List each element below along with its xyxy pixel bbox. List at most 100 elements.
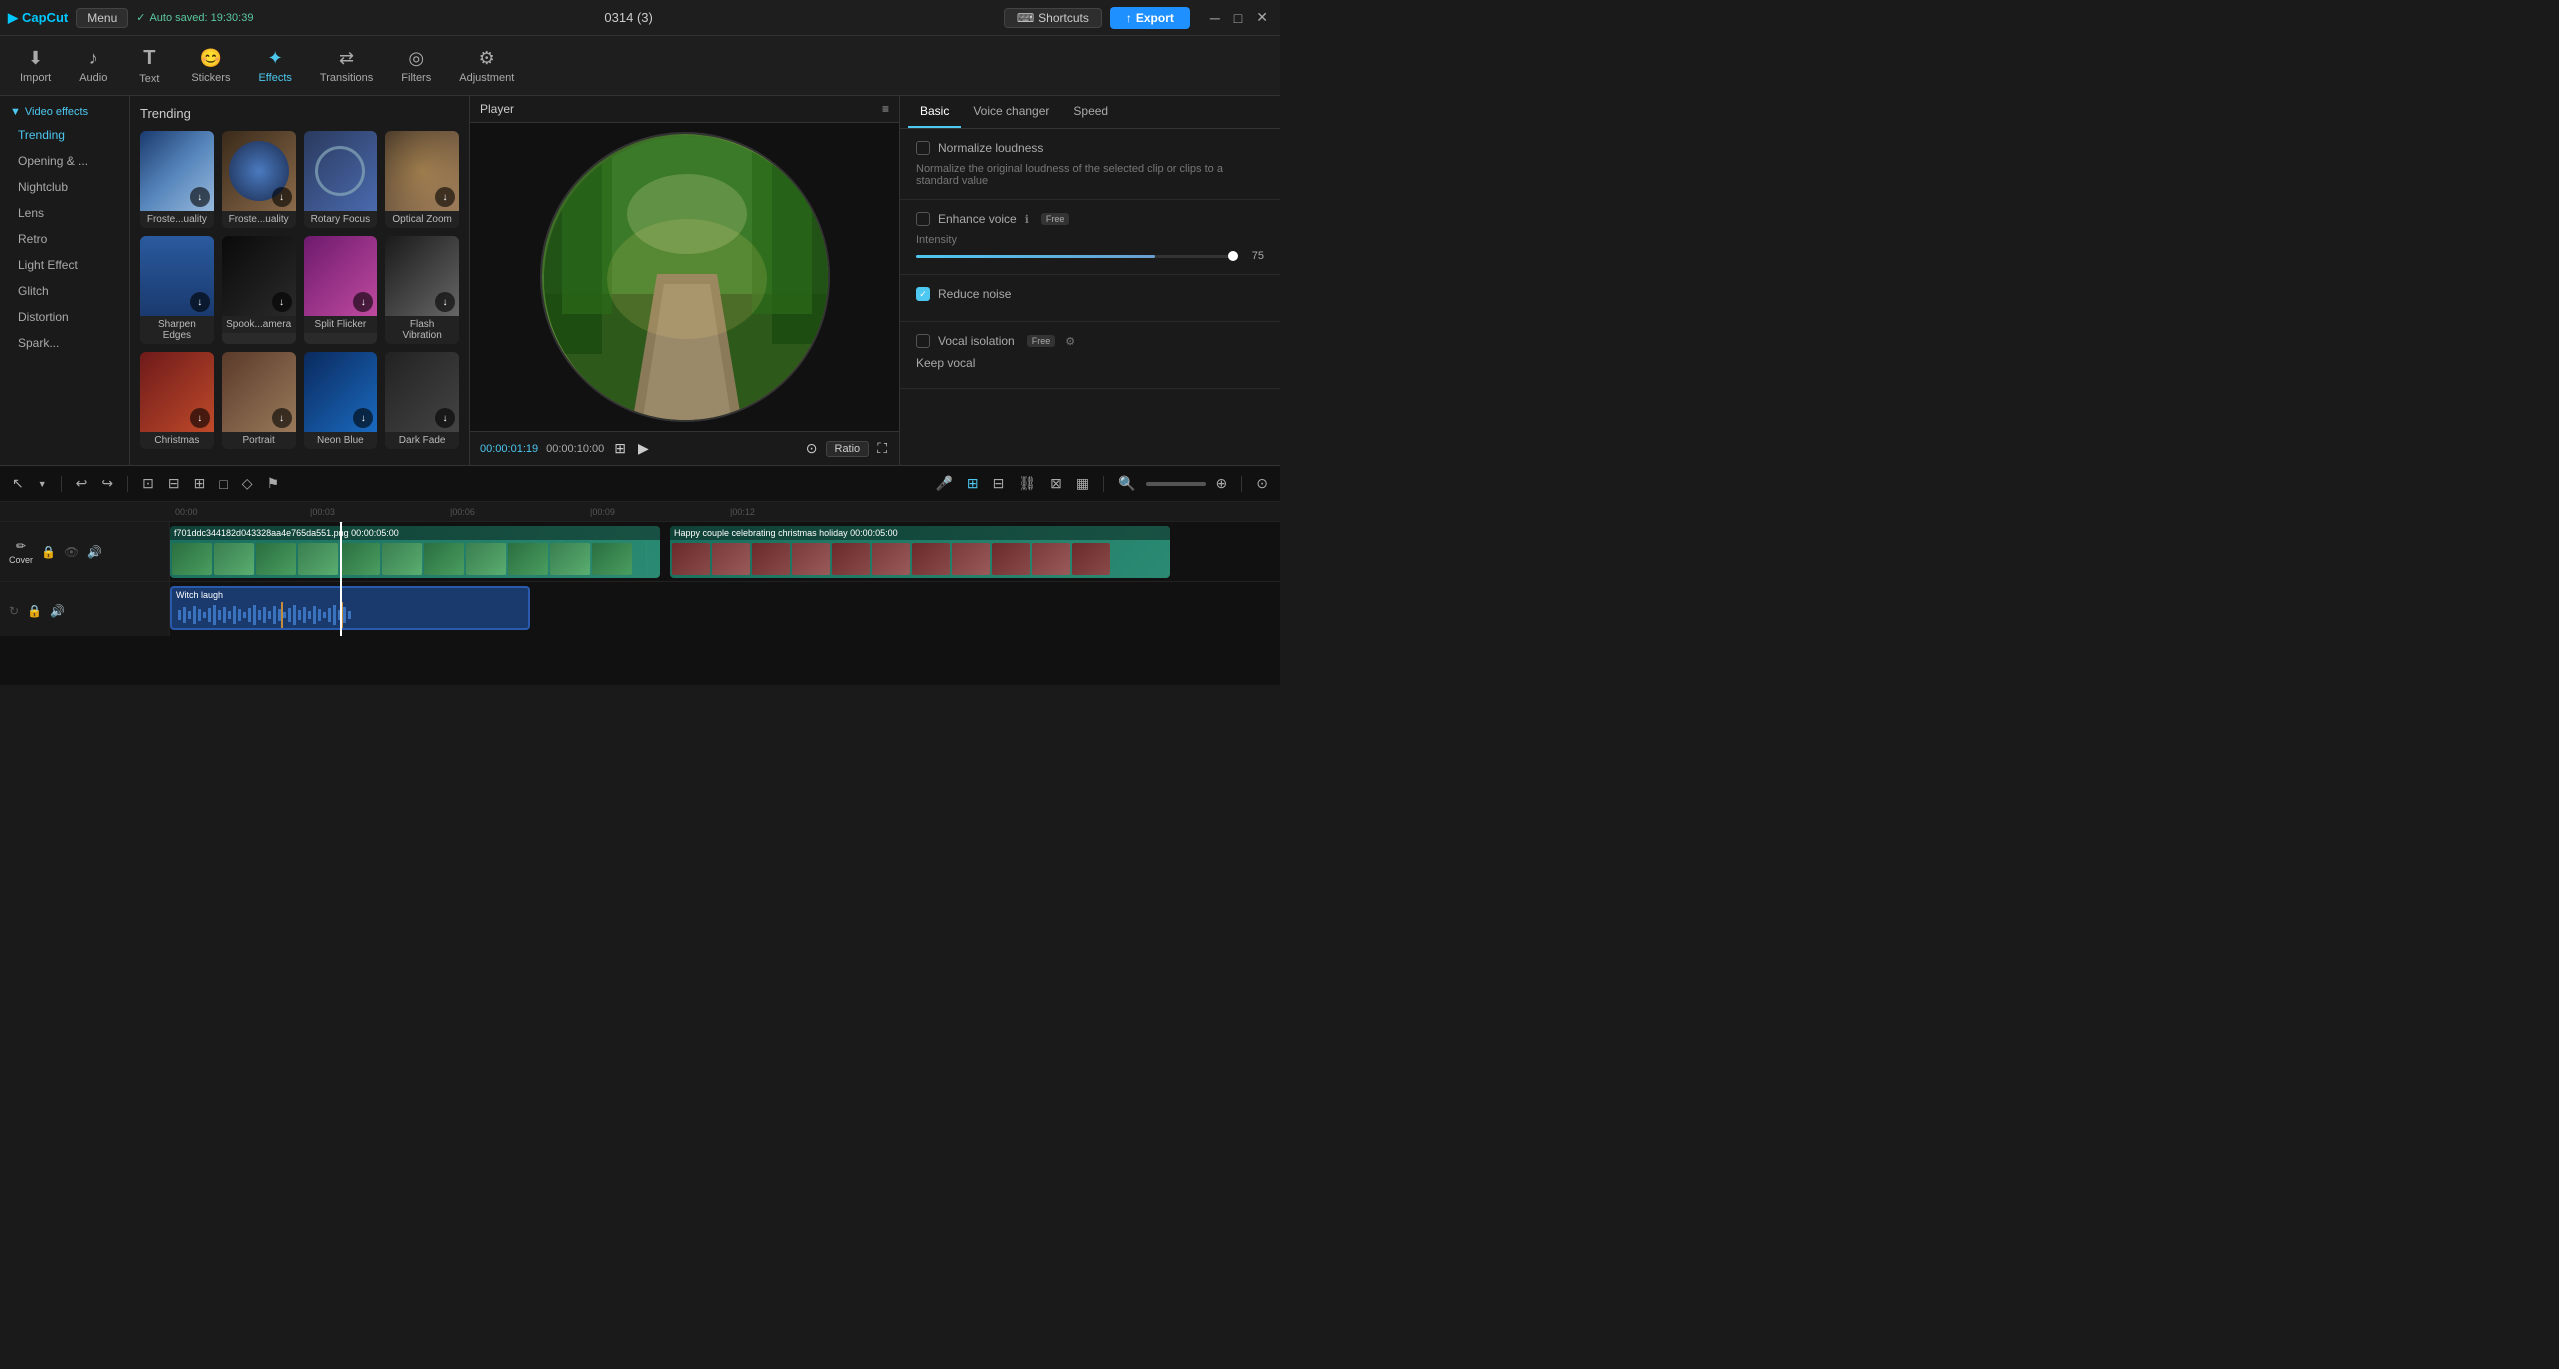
sidebar-item-lens[interactable]: Lens xyxy=(4,200,125,226)
download-icon-12[interactable]: ↓ xyxy=(435,408,455,428)
zoom-slider[interactable] xyxy=(1146,482,1206,486)
zoom-plus-button[interactable]: ⊕ xyxy=(1212,473,1232,494)
screenshot-button[interactable]: ⊙ xyxy=(804,438,820,459)
audio-loop-icon[interactable]: ↻ xyxy=(8,603,20,619)
track-lock-icon[interactable]: 🔒 xyxy=(40,544,57,560)
audio-clip-1[interactable]: Witch laugh xyxy=(170,586,530,630)
ruler-mark-6: |00:06 xyxy=(450,507,475,517)
auto-caption-button[interactable]: ⊟ xyxy=(989,473,1009,494)
track-audio-icon[interactable]: 🔊 xyxy=(86,544,103,560)
download-icon[interactable]: ↓ xyxy=(190,187,210,207)
intensity-slider[interactable] xyxy=(916,255,1234,258)
video-effects-section[interactable]: ▼ Video effects xyxy=(0,102,129,122)
shortcuts-button[interactable]: ⌨ Shortcuts xyxy=(1004,8,1102,28)
settings-icon[interactable]: ⚙ xyxy=(1065,335,1075,348)
caption-button[interactable]: ▦ xyxy=(1072,473,1093,494)
effect-spook[interactable]: ↓ Spook...amera xyxy=(222,236,296,344)
reduce-noise-checkbox[interactable] xyxy=(916,287,930,301)
undo-button[interactable]: ↩ xyxy=(72,473,92,494)
reduce-noise-section: Reduce noise xyxy=(900,275,1280,322)
player-video-bg xyxy=(542,134,828,420)
sidebar-item-retro[interactable]: Retro xyxy=(4,226,125,252)
vocal-isolation-checkbox[interactable] xyxy=(916,334,930,348)
select-tool-button[interactable]: ↖ xyxy=(8,473,28,494)
sidebar-item-trending[interactable]: Trending xyxy=(4,122,125,148)
effect-dark2[interactable]: ↓ Dark Fade xyxy=(385,352,459,449)
split-button[interactable]: ⊡ xyxy=(138,473,158,494)
tab-basic[interactable]: Basic xyxy=(908,96,961,128)
normalize-label: Normalize loudness xyxy=(938,141,1043,155)
download-icon-4[interactable]: ↓ xyxy=(435,187,455,207)
menu-button[interactable]: Menu xyxy=(76,8,128,28)
toolbar-import[interactable]: ⬇ Import xyxy=(8,42,63,90)
sidebar-item-opening[interactable]: Opening & ... xyxy=(4,148,125,174)
play-button[interactable]: ▶ xyxy=(636,438,651,459)
normalize-checkbox[interactable] xyxy=(916,141,930,155)
toolbar-separator-3 xyxy=(1103,476,1104,492)
tab-speed[interactable]: Speed xyxy=(1061,96,1120,128)
video-clip-2[interactable]: Happy couple celebrating christmas holid… xyxy=(670,526,1170,578)
link-video-audio[interactable]: ⊞ xyxy=(963,473,983,494)
player-controls-right: ⊙ Ratio ⛶ xyxy=(804,438,889,459)
download-icon-8[interactable]: ↓ xyxy=(435,292,455,312)
minimize-button[interactable]: ─ xyxy=(1206,9,1224,26)
track-label-area: ✏ Cover 🔒 👁 🔊 ↻ 🔒 🔊 xyxy=(0,522,170,636)
grid-view-button[interactable]: ⊞ xyxy=(612,438,628,459)
effect-sharpen[interactable]: ↓ Sharpen Edges xyxy=(140,236,214,344)
effect-split[interactable]: ↓ Split Flicker xyxy=(304,236,378,344)
video-clip-1[interactable]: f701ddc344182d043328aa4e765da551.png 00:… xyxy=(170,526,660,578)
effect-xmas[interactable]: ↓ Christmas xyxy=(140,352,214,449)
download-icon-9[interactable]: ↓ xyxy=(190,408,210,428)
sidebar-item-light-effect[interactable]: Light Effect xyxy=(4,252,125,278)
audio-volume-icon[interactable]: 🔊 xyxy=(49,603,66,619)
sidebar-item-spark[interactable]: Spark... xyxy=(4,330,125,356)
toolbar-adjustment[interactable]: ⚙ Adjustment xyxy=(447,42,526,90)
toolbar-audio[interactable]: ♪ Audio xyxy=(67,42,119,90)
effect-portrait[interactable]: ↓ Portrait xyxy=(222,352,296,449)
download-icon-5[interactable]: ↓ xyxy=(190,292,210,312)
download-icon-2[interactable]: ↓ xyxy=(272,187,292,207)
toolbar-text[interactable]: T Text xyxy=(123,41,175,91)
close-button[interactable]: ✕ xyxy=(1252,9,1272,26)
mark-button[interactable]: ◇ xyxy=(238,473,257,494)
trim-button[interactable]: ⊞ xyxy=(190,473,210,494)
effect-froste2[interactable]: ↓ Froste...uality xyxy=(222,131,296,228)
tab-voice-changer[interactable]: Voice changer xyxy=(961,96,1061,128)
select-dropdown-button[interactable]: ▼ xyxy=(34,477,51,491)
redo-button[interactable]: ↪ xyxy=(97,473,117,494)
more-button[interactable]: ⊙ xyxy=(1252,473,1272,494)
zoom-out-button[interactable]: 🔍 xyxy=(1114,473,1139,494)
effects-title: Trending xyxy=(140,106,459,121)
mic-button[interactable]: 🎤 xyxy=(931,473,956,494)
sidebar-item-distortion[interactable]: Distortion xyxy=(4,304,125,330)
sidebar-item-nightclub[interactable]: Nightclub xyxy=(4,174,125,200)
delete-button[interactable]: □ xyxy=(215,474,231,494)
ratio-button[interactable]: Ratio xyxy=(826,441,870,457)
sidebar-item-glitch[interactable]: Glitch xyxy=(4,278,125,304)
link-button[interactable]: ⛓ xyxy=(1014,473,1040,494)
maximize-button[interactable]: □ xyxy=(1230,9,1246,26)
track-eye-icon[interactable]: 👁 xyxy=(63,544,80,560)
effect-froste1[interactable]: ↓ Froste...uality xyxy=(140,131,214,228)
toolbar-effects[interactable]: ✦ Effects xyxy=(246,42,303,90)
toolbar-stickers[interactable]: 😊 Stickers xyxy=(179,42,242,90)
effect-optical[interactable]: ↓ Optical Zoom xyxy=(385,131,459,228)
import-icon: ⬇ xyxy=(28,48,43,69)
effect-rotary[interactable]: Rotary Focus xyxy=(304,131,378,228)
split-audio-button[interactable]: ⊟ xyxy=(164,473,184,494)
toolbar-filters[interactable]: ◎ Filters xyxy=(389,42,443,90)
effect-neon[interactable]: ↓ Neon Blue xyxy=(304,352,378,449)
download-icon-10[interactable]: ↓ xyxy=(272,408,292,428)
cover-button[interactable]: ✏ Cover xyxy=(8,538,34,566)
download-icon-6[interactable]: ↓ xyxy=(272,292,292,312)
flag-button[interactable]: ⚑ xyxy=(263,473,284,494)
effect-label-froste1: Froste...uality xyxy=(140,211,214,228)
export-button[interactable]: ↑ Export xyxy=(1110,7,1190,29)
fullscreen-button[interactable]: ⛶ xyxy=(875,438,889,459)
audio-lock-icon[interactable]: 🔒 xyxy=(26,603,43,619)
effect-flash[interactable]: ↓ Flash Vibration xyxy=(385,236,459,344)
align-button[interactable]: ⊠ xyxy=(1046,473,1066,494)
enhance-voice-checkbox[interactable] xyxy=(916,212,930,226)
toolbar-transitions[interactable]: ⇄ Transitions xyxy=(308,42,385,90)
player-menu-icon[interactable]: ≡ xyxy=(882,102,889,116)
